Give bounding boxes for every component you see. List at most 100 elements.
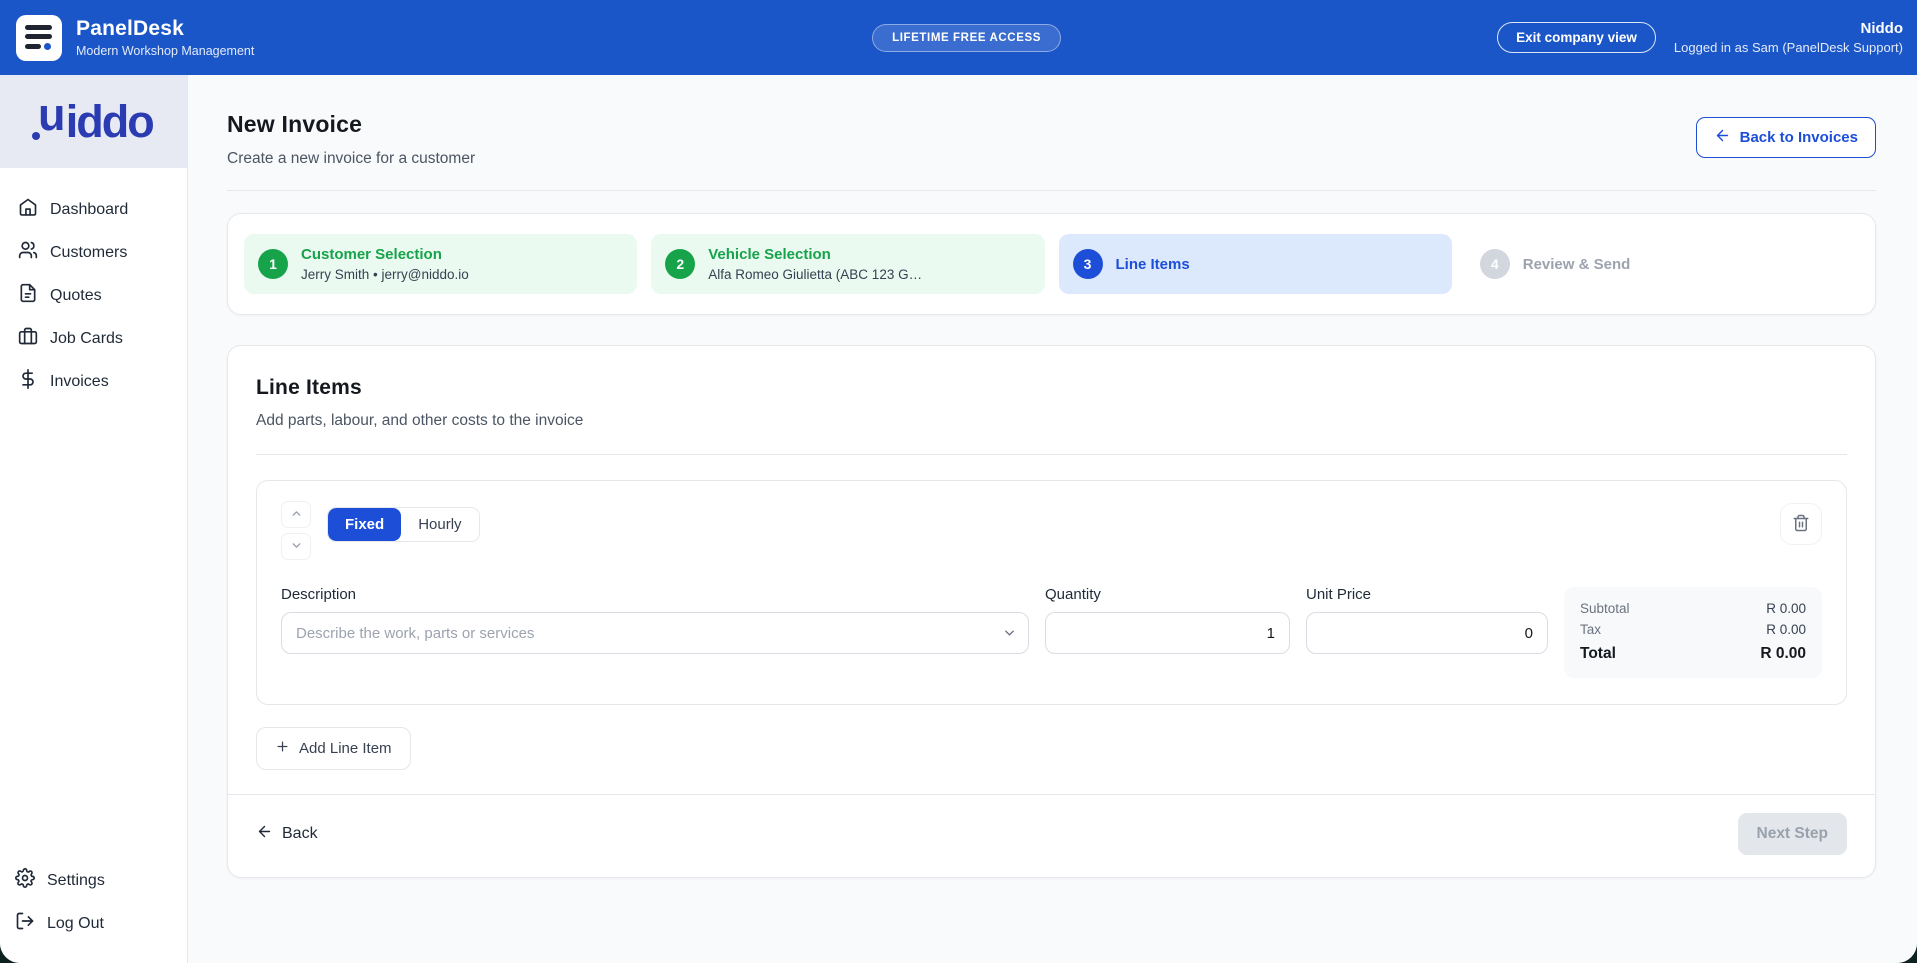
lifetime-access-badge: LIFETIME FREE ACCESS bbox=[872, 24, 1061, 52]
step-title: Review & Send bbox=[1523, 256, 1631, 273]
niddo-logo: niddo bbox=[0, 75, 187, 168]
card-title: Line Items bbox=[256, 376, 1847, 400]
chevron-up-icon bbox=[290, 507, 303, 523]
line-item-fields: Description Quantity bbox=[281, 586, 1822, 678]
page-header-text: New Invoice Create a new invoice for a c… bbox=[227, 105, 475, 168]
step-text: Line Items bbox=[1116, 256, 1190, 273]
card-subtitle: Add parts, labour, and other costs to th… bbox=[256, 412, 1847, 430]
topbar: PanelDesk Modern Workshop Management LIF… bbox=[0, 0, 1917, 75]
step-text: Customer Selection Jerry Smith • jerry@n… bbox=[301, 246, 469, 282]
tax-row: Tax R 0.00 bbox=[1580, 619, 1806, 640]
chevron-down-icon bbox=[290, 539, 303, 555]
next-step-button[interactable]: Next Step bbox=[1738, 813, 1848, 855]
app-subtitle: Modern Workshop Management bbox=[76, 44, 254, 58]
trash-icon bbox=[1792, 514, 1810, 535]
reorder-controls bbox=[281, 501, 311, 560]
exit-company-view-button[interactable]: Exit company view bbox=[1497, 22, 1656, 53]
topbar-center: LIFETIME FREE ACCESS bbox=[436, 24, 1497, 52]
back-to-invoices-label: Back to Invoices bbox=[1740, 129, 1858, 146]
logout-icon bbox=[15, 911, 35, 936]
quantity-input[interactable] bbox=[1045, 612, 1290, 654]
home-icon bbox=[18, 197, 38, 222]
line-items-body: Fixed Hourly Description bbox=[228, 455, 1875, 770]
sidebar-item-label: Invoices bbox=[50, 373, 109, 391]
step-review-send: 4 Review & Send bbox=[1466, 234, 1859, 294]
header-divider bbox=[227, 190, 1876, 191]
step-subtitle: Alfa Romeo Giulietta (ABC 123 G… bbox=[708, 267, 922, 282]
rate-type-hourly-option[interactable]: Hourly bbox=[401, 508, 478, 541]
sidebar-item-label: Dashboard bbox=[50, 201, 128, 219]
arrow-left-icon bbox=[256, 823, 273, 845]
line-item-row: Fixed Hourly Description bbox=[256, 480, 1847, 705]
step-line-items[interactable]: 3 Line Items bbox=[1059, 234, 1452, 294]
subtotal-row: Subtotal R 0.00 bbox=[1580, 598, 1806, 619]
sidebar-item-label: Settings bbox=[47, 872, 105, 890]
company-name: Niddo bbox=[1674, 20, 1903, 37]
logo-dot bbox=[44, 43, 51, 50]
step-customer-selection[interactable]: 1 Customer Selection Jerry Smith • jerry… bbox=[244, 234, 637, 294]
sidebar-item-label: Job Cards bbox=[50, 330, 123, 348]
page-title: New Invoice bbox=[227, 111, 475, 138]
sidebar-item-settings[interactable]: Settings bbox=[0, 859, 187, 902]
sidebar-item-logout[interactable]: Log Out bbox=[0, 902, 187, 945]
add-line-item-button[interactable]: Add Line Item bbox=[256, 727, 411, 770]
back-to-invoices-button[interactable]: Back to Invoices bbox=[1696, 117, 1876, 158]
line-items-card-header: Line Items Add parts, labour, and other … bbox=[228, 346, 1875, 430]
app-window: PanelDesk Modern Workshop Management LIF… bbox=[0, 0, 1917, 963]
plus-icon bbox=[275, 739, 290, 758]
quantity-field: Quantity bbox=[1045, 586, 1290, 654]
niddo-logo-rest: iddo bbox=[66, 96, 153, 147]
step-subtitle: Jerry Smith • jerry@niddo.io bbox=[301, 267, 469, 282]
chevron-down-icon[interactable] bbox=[1002, 626, 1017, 641]
step-text: Review & Send bbox=[1523, 256, 1631, 273]
app-name: PanelDesk bbox=[76, 17, 254, 41]
line-item-toolbar: Fixed Hourly bbox=[281, 501, 1822, 560]
briefcase-icon bbox=[18, 326, 38, 351]
users-icon bbox=[18, 240, 38, 265]
sidebar-item-invoices[interactable]: Invoices bbox=[0, 360, 187, 403]
subtotal-label: Subtotal bbox=[1580, 601, 1630, 616]
line-items-card: Line Items Add parts, labour, and other … bbox=[227, 345, 1876, 878]
delete-line-item-button[interactable] bbox=[1780, 503, 1822, 545]
brand-text: PanelDesk Modern Workshop Management bbox=[76, 17, 254, 58]
sidebar: niddo Dashboard Customers Quotes Job Ca bbox=[0, 75, 188, 963]
tax-label: Tax bbox=[1580, 622, 1601, 637]
page-subtitle: Create a new invoice for a customer bbox=[227, 150, 475, 168]
arrow-left-icon bbox=[1714, 127, 1731, 148]
step-title: Customer Selection bbox=[301, 246, 469, 263]
description-label: Description bbox=[281, 586, 1029, 603]
logo-bar bbox=[25, 34, 52, 39]
total-value: R 0.00 bbox=[1760, 645, 1806, 663]
sidebar-item-dashboard[interactable]: Dashboard bbox=[0, 188, 187, 231]
total-label: Total bbox=[1580, 645, 1616, 663]
logo-bar bbox=[25, 25, 52, 30]
step-number-badge: 3 bbox=[1073, 249, 1103, 279]
logo-bar bbox=[25, 44, 41, 49]
sidebar-item-label: Quotes bbox=[50, 287, 102, 305]
add-line-item-label: Add Line Item bbox=[299, 740, 392, 757]
move-down-button[interactable] bbox=[281, 533, 311, 560]
back-button[interactable]: Back bbox=[256, 823, 318, 845]
description-combobox bbox=[281, 612, 1029, 654]
step-number-badge: 2 bbox=[665, 249, 695, 279]
sidebar-item-customers[interactable]: Customers bbox=[0, 231, 187, 274]
gear-icon bbox=[15, 868, 35, 893]
steps-card: 1 Customer Selection Jerry Smith • jerry… bbox=[227, 213, 1876, 315]
step-text: Vehicle Selection Alfa Romeo Giulietta (… bbox=[708, 246, 922, 282]
back-label: Back bbox=[282, 825, 318, 843]
subtotal-value: R 0.00 bbox=[1766, 601, 1806, 616]
sidebar-item-quotes[interactable]: Quotes bbox=[0, 274, 187, 317]
sidebar-item-job-cards[interactable]: Job Cards bbox=[0, 317, 187, 360]
move-up-button[interactable] bbox=[281, 501, 311, 528]
niddo-logo-n: n bbox=[40, 99, 66, 144]
sidebar-nav: Dashboard Customers Quotes Job Cards Inv… bbox=[0, 168, 187, 403]
step-vehicle-selection[interactable]: 2 Vehicle Selection Alfa Romeo Giulietta… bbox=[651, 234, 1044, 294]
document-icon bbox=[18, 283, 38, 308]
sidebar-footer: Settings Log Out bbox=[0, 859, 187, 963]
unit-price-label: Unit Price bbox=[1306, 586, 1548, 603]
unit-price-input[interactable] bbox=[1306, 612, 1548, 654]
description-input[interactable] bbox=[281, 612, 1029, 654]
step-number-badge: 4 bbox=[1480, 249, 1510, 279]
tax-value: R 0.00 bbox=[1766, 622, 1806, 637]
rate-type-fixed-option[interactable]: Fixed bbox=[328, 508, 401, 541]
